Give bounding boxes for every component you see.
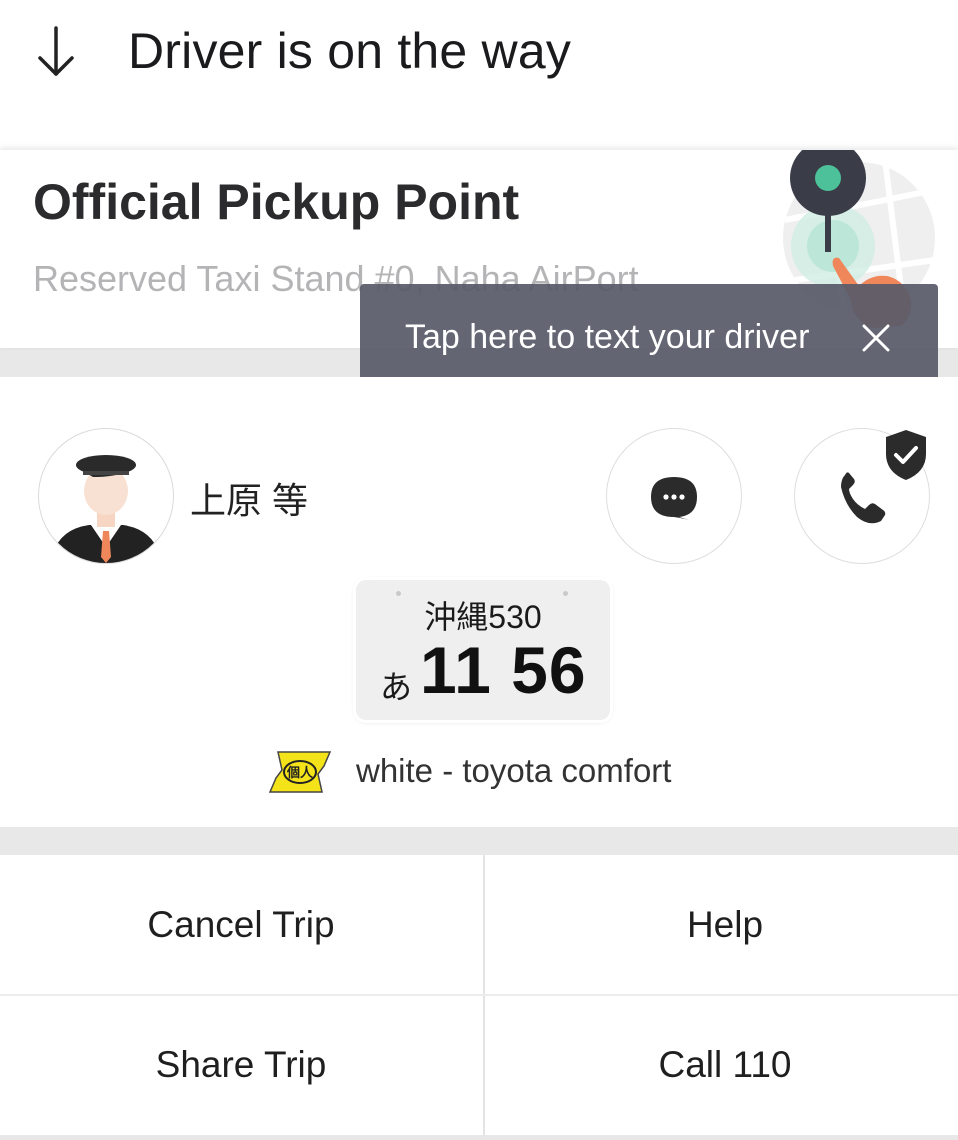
- vehicle-description: white - toyota comfort: [356, 752, 672, 789]
- driver-name: 上原 等: [190, 480, 309, 521]
- cancel-trip-button[interactable]: Cancel Trip: [0, 855, 482, 995]
- plate-number: 11 56: [420, 633, 587, 707]
- plate-kana: あ: [380, 669, 413, 705]
- pickup-title: Official Pickup Point: [33, 174, 520, 230]
- shield-check-icon: [886, 430, 926, 480]
- private-taxi-badge-icon: 個人: [268, 751, 332, 793]
- tooltip-text: Tap here to text your driver: [405, 318, 810, 356]
- arrow-down-icon[interactable]: [34, 24, 78, 80]
- share-trip-button[interactable]: Share Trip: [0, 995, 482, 1135]
- divider: [0, 994, 958, 996]
- badge-text: 個人: [286, 765, 314, 781]
- driver-avatar: [38, 428, 174, 564]
- chat-bubble-icon: [651, 477, 697, 521]
- call-110-button[interactable]: Call 110: [484, 995, 958, 1135]
- driver-avatar-icon: [53, 455, 159, 563]
- message-driver-button[interactable]: [606, 428, 742, 564]
- close-icon[interactable]: [856, 318, 896, 358]
- page-title: Driver is on the way: [128, 23, 572, 79]
- help-button[interactable]: Help: [484, 855, 958, 995]
